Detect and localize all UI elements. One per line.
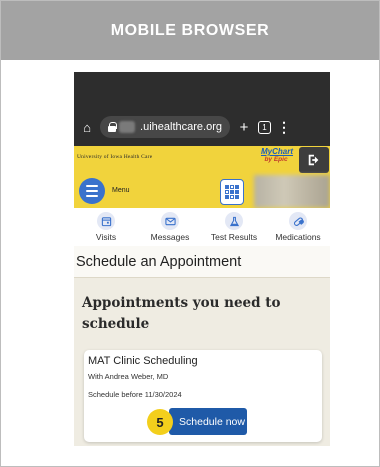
tab-count: 1 [262,122,267,132]
home-icon[interactable]: ⌂ [80,120,94,135]
blurred-profile-photo[interactable] [254,175,330,208]
tabs-icon[interactable]: 1 [258,120,271,134]
nav-label-medications: Medications [275,232,321,242]
nav-label-visits: Visits [95,232,117,242]
section-banner: MOBILE BROWSER [1,1,379,60]
nav-label-test-results: Test Results [210,232,258,242]
section-heading: Appointments you need to schedule [82,295,281,332]
browser-toolbar: ⌂ .uihealthcare.org + 1 ⋮ [74,108,330,146]
flask-icon [225,212,243,230]
step-number-badge: 5 [147,409,173,435]
university-name: University of Iowa Health Care [77,154,153,160]
banner-title: MOBILE BROWSER [110,21,270,39]
lock-icon [108,122,117,132]
phone-screenshot: ⌂ .uihealthcare.org + 1 ⋮ University of … [74,72,330,446]
logout-button[interactable] [299,147,329,173]
envelope-icon [161,212,179,230]
appointment-card: MAT Clinic Scheduling With Andrea Weber,… [84,350,322,442]
redacted-subdomain [118,121,136,133]
menu-row: Menu [74,175,330,208]
schedule-now-button[interactable]: Schedule now [169,408,247,435]
address-bar[interactable]: .uihealthcare.org [100,116,230,138]
appointment-provider: With Andrea Weber, MD [88,372,169,381]
pill-icon [289,212,307,230]
more-menu-icon[interactable]: ⋮ [277,119,291,136]
nav-item-medications[interactable]: Medications [266,208,330,246]
epic-wordmark: by Epic [264,156,288,163]
page-title-bar: Schedule an Appointment [74,246,330,278]
university-logo[interactable]: University of Iowa Health Care [77,154,152,160]
mychart-wordmark: MyChart [261,147,294,156]
url-text: .uihealthcare.org [140,121,222,133]
hamburger-menu-icon[interactable] [79,178,105,204]
logout-icon [308,154,319,166]
qr-code-icon[interactable] [220,179,244,205]
page-title: Schedule an Appointment [76,254,242,270]
menu-label[interactable]: Menu [112,187,130,194]
nav-label-messages: Messages [150,232,190,242]
nav-item-visits[interactable]: Visits [74,208,138,246]
quick-nav: Visits Messages Test Results Medications [74,208,330,246]
appointment-title: MAT Clinic Scheduling [88,355,198,367]
new-tab-icon[interactable]: + [236,119,252,136]
calendar-icon [97,212,115,230]
instruction-frame: MOBILE BROWSER ⌂ .uihealthcare.org + 1 ⋮… [0,0,380,467]
mychart-logo[interactable]: MyChart by Epic [261,147,294,170]
nav-item-messages[interactable]: Messages [138,208,202,246]
appointment-deadline: Schedule before 11/30/2024 [88,390,182,399]
nav-item-test-results[interactable]: Test Results [202,208,266,246]
status-bar [74,72,330,108]
